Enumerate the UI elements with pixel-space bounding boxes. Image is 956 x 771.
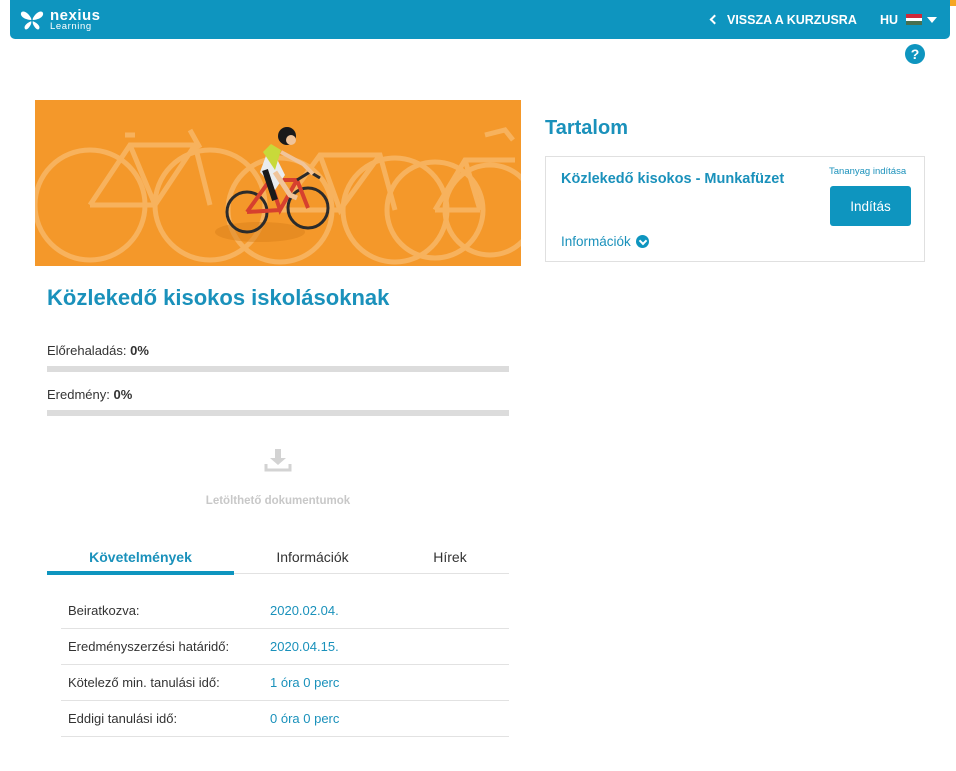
requirement-key: Kötelező min. tanulási idő: xyxy=(68,675,220,690)
course-tabs: Követelmények Információk Hírek xyxy=(47,540,509,575)
top-accent-strip xyxy=(950,0,956,6)
tab-news[interactable]: Hírek xyxy=(391,540,509,574)
table-row: Eddigi tanulási idő: 0 óra 0 perc xyxy=(61,701,509,737)
language-code: HU xyxy=(880,12,899,27)
requirements-table: Beiratkozva: 2020.02.04. Eredményszerzés… xyxy=(61,593,509,737)
content-item-card: Közlekedő kisokos - Munkafüzet Tananyag … xyxy=(545,156,925,262)
requirement-key: Beiratkozva: xyxy=(68,603,140,618)
information-toggle-label: Információk xyxy=(561,234,631,249)
content-item-title: Közlekedő kisokos - Munkafüzet xyxy=(561,171,785,187)
requirement-key: Eredményszerzési határidő: xyxy=(68,639,230,654)
caret-down-icon xyxy=(927,16,938,23)
table-row: Eredményszerzési határidő: 2020.04.15. xyxy=(61,629,509,665)
tab-requirements[interactable]: Követelmények xyxy=(47,540,234,575)
table-row: Kötelező min. tanulási idő: 1 óra 0 perc xyxy=(61,665,509,701)
content-section-title: Tartalom xyxy=(545,117,628,139)
chevron-down-circle-icon xyxy=(635,235,649,248)
back-to-course-label: VISSZA A KURZUSRA xyxy=(727,12,857,27)
downloadable-documents-label[interactable]: Letölthető dokumentumok xyxy=(47,495,509,507)
butterfly-logo-icon xyxy=(20,11,44,30)
result-stat: Eredmény: 0% xyxy=(47,387,132,402)
requirement-value: 2020.02.04. xyxy=(270,603,339,618)
download-icon[interactable] xyxy=(264,448,292,472)
table-row: Beiratkozva: 2020.02.04. xyxy=(61,593,509,629)
result-label: Eredmény: xyxy=(47,387,110,402)
tab-information[interactable]: Információk xyxy=(234,540,391,574)
information-toggle[interactable]: Információk xyxy=(561,234,649,249)
start-button[interactable]: Indítás xyxy=(830,186,911,226)
requirement-value: 0 óra 0 perc xyxy=(270,711,340,726)
launch-material-label: Tananyag indítása xyxy=(829,166,907,177)
requirement-key: Eddigi tanulási idő: xyxy=(68,711,178,726)
back-to-course-link[interactable]: VISSZA A KURZUSRA xyxy=(709,0,857,39)
top-navigation-bar: nexius Learning VISSZA A KURZUSRA HU xyxy=(10,0,950,39)
result-value: 0% xyxy=(113,387,133,402)
language-selector[interactable]: HU xyxy=(880,0,938,39)
requirement-value: 2020.04.15. xyxy=(270,639,339,654)
result-bar xyxy=(47,410,509,416)
progress-stat: Előrehaladás: 0% xyxy=(47,343,149,358)
chevron-left-icon xyxy=(709,14,720,25)
course-title: Közlekedő kisokos iskolásoknak xyxy=(47,285,390,310)
course-banner-image xyxy=(35,100,521,266)
nexius-learning-logo[interactable]: nexius Learning xyxy=(20,6,120,34)
progress-label: Előrehaladás: xyxy=(47,343,127,358)
progress-bar xyxy=(47,366,509,372)
requirement-value: 1 óra 0 perc xyxy=(270,675,340,690)
help-button[interactable]: ? xyxy=(905,44,925,64)
progress-value: 0% xyxy=(130,343,149,358)
cyclist-illustration xyxy=(35,127,521,265)
hungarian-flag-icon xyxy=(906,14,923,25)
